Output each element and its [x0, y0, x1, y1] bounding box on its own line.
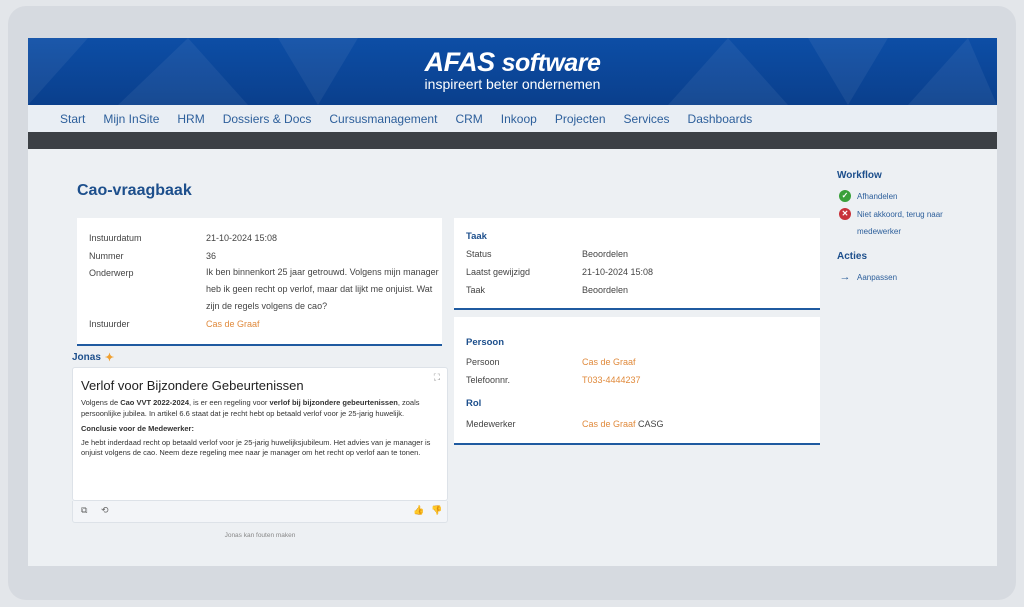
- jonas-toolbar: ⧉ ⟲ 👍 👎: [72, 501, 448, 523]
- jonas-answer-card: Verlof voor Bijzondere Gebeurtenissen ⛶ …: [72, 367, 448, 501]
- page-title: Cao-vraagbaak: [77, 182, 192, 199]
- instuurdatum-label: Instuurdatum: [89, 233, 142, 243]
- rol-title: Rol: [466, 398, 482, 409]
- jonas-text: Volgens de: [81, 398, 121, 407]
- niet-akkoord-action[interactable]: ✕ Niet akkoord, terug naar medewerker: [839, 208, 959, 240]
- conclusion-title: Conclusie voor de Medewerker:: [81, 424, 194, 433]
- main-nav: Start Mijn InSite HRM Dossiers & Docs Cu…: [28, 105, 997, 132]
- jonas-paragraph: Volgens de Cao VVT 2022-2024, is er een …: [81, 398, 431, 419]
- aanpassen-label: Aanpassen: [857, 273, 898, 282]
- app-screen: AFAS software inspireert beter onderneme…: [28, 38, 997, 566]
- header-banner: AFAS software inspireert beter onderneme…: [28, 38, 997, 105]
- status-label: Status: [466, 249, 492, 259]
- thumbs-up-icon[interactable]: 👍: [413, 505, 424, 516]
- copy-icon[interactable]: ⧉: [81, 505, 87, 516]
- medewerker-code: CASG: [638, 419, 664, 429]
- request-details-card: Instuurdatum 21-10-2024 15:08 Nummer 36 …: [77, 218, 442, 346]
- instuurder-label: Instuurder: [89, 319, 130, 329]
- jonas-name: Jonas: [72, 352, 101, 363]
- nav-item-crm[interactable]: CRM: [455, 112, 482, 126]
- taak-title: Taak: [466, 231, 487, 242]
- expand-icon[interactable]: ⛶: [434, 372, 440, 383]
- jonas-cao-name: Cao VVT 2022-2024: [120, 398, 189, 407]
- toolbar-strip: [28, 132, 997, 149]
- niet-akkoord-label: Niet akkoord, terug naar medewerker: [857, 210, 943, 236]
- logo-tagline: inspireert beter ondernemen: [424, 76, 601, 92]
- nav-item-inkoop[interactable]: Inkoop: [501, 112, 537, 126]
- taak-value: Beoordelen: [582, 285, 629, 295]
- telefoon-label: Telefoonnr.: [466, 375, 511, 385]
- medewerker-link[interactable]: Cas de Graaf: [582, 419, 636, 429]
- check-circle-icon: ✓: [839, 190, 851, 202]
- nav-item-dashboards[interactable]: Dashboards: [688, 112, 753, 126]
- nav-item-projecten[interactable]: Projecten: [555, 112, 606, 126]
- x-circle-icon: ✕: [839, 208, 851, 220]
- logo-afas: AFAS: [424, 47, 496, 77]
- taak-card: Taak Status Beoordelen Laatst gewijzigd …: [454, 218, 820, 310]
- instuurdatum-value: 21-10-2024 15:08: [206, 233, 278, 243]
- nav-item-cursusmanagement[interactable]: Cursusmanagement: [329, 112, 437, 126]
- regenerate-icon[interactable]: ⟲: [101, 505, 109, 516]
- taak-label: Taak: [466, 285, 486, 295]
- onderwerp-value: Ik ben binnenkort 25 jaar getrouwd. Volg…: [206, 267, 439, 311]
- conclusion-text: Je hebt inderdaad recht op betaald verlo…: [81, 437, 431, 458]
- sparkle-icon: ✦: [104, 352, 115, 364]
- jonas-heading: Verlof voor Bijzondere Gebeurtenissen: [81, 378, 304, 393]
- aanpassen-action[interactable]: → Aanpassen: [839, 271, 898, 286]
- nav-item-dossiers[interactable]: Dossiers & Docs: [223, 112, 312, 126]
- jonas-disclaimer: Jonas kan fouten maken: [224, 532, 296, 539]
- gewijzigd-value: 21-10-2024 15:08: [582, 267, 654, 277]
- status-value: Beoordelen: [582, 249, 629, 259]
- nav-item-services[interactable]: Services: [624, 112, 670, 126]
- afhandelen-label: Afhandelen: [857, 192, 898, 201]
- arrow-right-icon: →: [839, 271, 851, 283]
- gewijzigd-label: Laatst gewijzigd: [466, 267, 531, 277]
- nav-item-mijn-insite[interactable]: Mijn InSite: [103, 112, 159, 126]
- jonas-label: Jonas ✦: [72, 351, 114, 364]
- onderwerp-label: Onderwerp: [89, 268, 134, 278]
- medewerker-label: Medewerker: [466, 419, 516, 429]
- jonas-text: , is er een regeling voor: [189, 398, 270, 407]
- thumbs-down-icon[interactable]: 👎: [431, 505, 442, 516]
- afas-logo: AFAS software inspireert beter onderneme…: [28, 48, 997, 92]
- jonas-leave-type: verlof bij bijzondere gebeurtenissen: [269, 398, 398, 407]
- nummer-label: Nummer: [89, 251, 124, 261]
- instuurder-link[interactable]: Cas de Graaf: [206, 319, 260, 329]
- persoon-card: Persoon Persoon Cas de Graaf Telefoonnr.…: [454, 317, 820, 445]
- nav-item-hrm[interactable]: HRM: [177, 112, 204, 126]
- jonas-body: Volgens de Cao VVT 2022-2024, is er een …: [81, 398, 431, 464]
- nummer-value: 36: [206, 251, 217, 261]
- afhandelen-action[interactable]: ✓ Afhandelen: [839, 190, 897, 205]
- nav-item-start[interactable]: Start: [60, 112, 85, 126]
- telefoon-link[interactable]: T033-4444237: [582, 375, 641, 385]
- persoon-link[interactable]: Cas de Graaf: [582, 357, 636, 367]
- workflow-title: Workflow: [837, 170, 882, 181]
- logo-software: software: [501, 49, 601, 77]
- persoon-title: Persoon: [466, 337, 505, 348]
- acties-title: Acties: [837, 251, 868, 262]
- persoon-label: Persoon: [466, 357, 500, 367]
